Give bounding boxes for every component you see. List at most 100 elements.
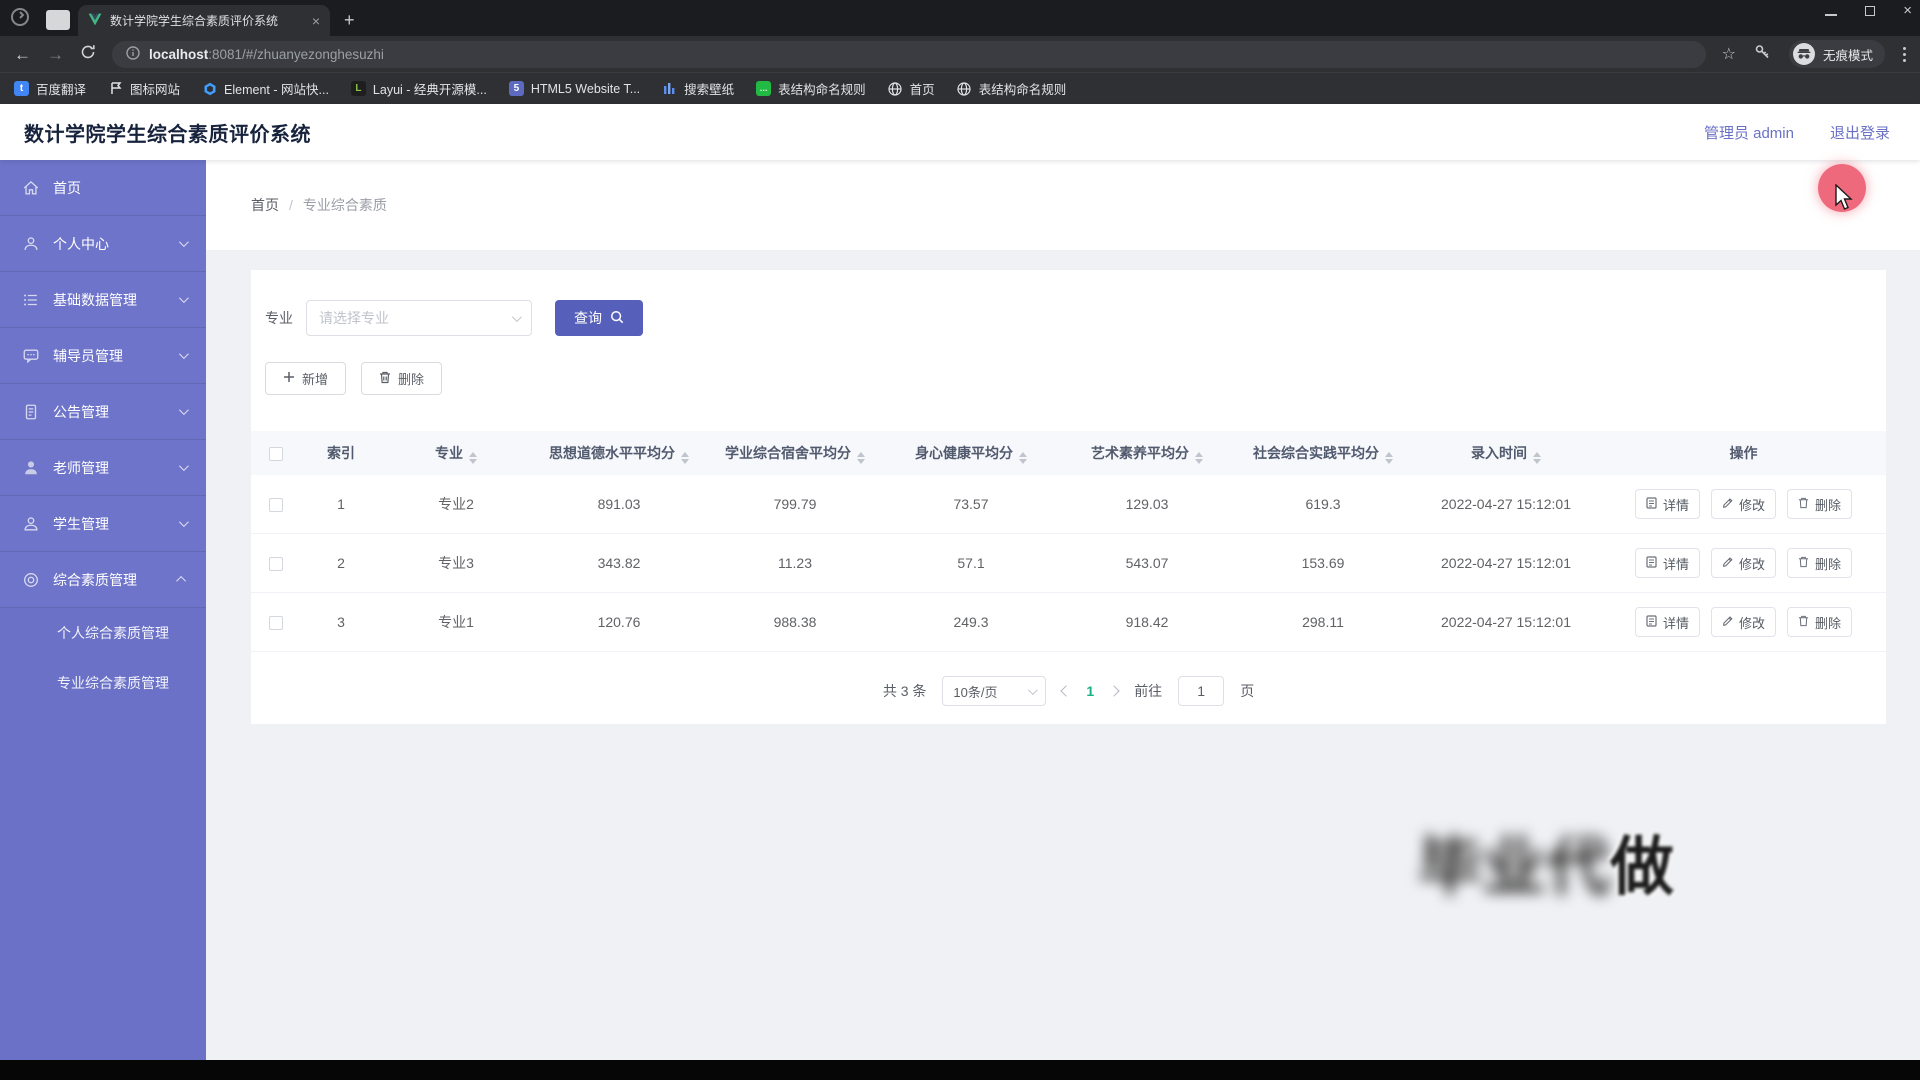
sidebar-subitem-major-quality[interactable]: 专业综合素质管理 xyxy=(0,658,206,708)
cell-practice: 153.69 xyxy=(1235,555,1411,571)
breadcrumb-separator: / xyxy=(289,197,293,213)
sidebar-item-quality[interactable]: 综合素质管理 xyxy=(0,552,206,608)
cell-practice: 619.3 xyxy=(1235,496,1411,512)
sidebar-item-base-data[interactable]: 基础数据管理 xyxy=(0,272,206,328)
window-restore-button[interactable] xyxy=(1865,6,1875,16)
bookmark-star-icon[interactable]: ☆ xyxy=(1722,44,1736,64)
globe-icon xyxy=(888,81,903,96)
chevron-down-icon xyxy=(1028,685,1038,695)
trash-icon xyxy=(1798,556,1809,571)
edit-button[interactable]: 修改 xyxy=(1711,548,1776,578)
goto-page-input[interactable] xyxy=(1178,676,1224,706)
col-art[interactable]: 艺术素养平均分 xyxy=(1059,443,1235,464)
cell-time: 2022-04-27 15:12:01 xyxy=(1411,614,1601,630)
url-host: localhost xyxy=(149,47,208,62)
back-icon[interactable]: ← xyxy=(14,46,31,63)
breadcrumb-home[interactable]: 首页 xyxy=(251,195,279,215)
major-select-input[interactable] xyxy=(319,310,504,326)
mouse-cursor xyxy=(1833,184,1853,217)
sort-icon[interactable] xyxy=(1195,452,1203,464)
cell-academic: 799.79 xyxy=(707,496,883,512)
remove-button[interactable]: 删除 xyxy=(1787,489,1852,519)
row-checkbox[interactable] xyxy=(269,498,283,512)
sort-icon[interactable] xyxy=(1019,452,1027,464)
page-unit-label: 页 xyxy=(1240,681,1254,701)
col-academic[interactable]: 学业综合宿舍平均分 xyxy=(707,443,883,464)
row-checkbox[interactable] xyxy=(269,616,283,630)
detail-icon xyxy=(1646,615,1657,630)
sort-icon[interactable] xyxy=(469,452,477,464)
select-all-checkbox[interactable] xyxy=(269,447,283,461)
detail-button[interactable]: 详情 xyxy=(1635,489,1700,519)
sidebar-item-counselor[interactable]: 辅导员管理 xyxy=(0,328,206,384)
major-filter-label: 专业 xyxy=(265,308,293,328)
sidebar-item-student[interactable]: 学生管理 xyxy=(0,496,206,552)
row-checkbox[interactable] xyxy=(269,557,283,571)
forward-icon[interactable]: → xyxy=(47,46,64,63)
cell-academic: 988.38 xyxy=(707,614,883,630)
bookmark-naming-rules-1[interactable]: … 表结构命名规则 xyxy=(756,79,866,98)
page-size-select[interactable]: 10条/页 xyxy=(942,676,1046,706)
detail-button[interactable]: 详情 xyxy=(1635,607,1700,637)
add-button[interactable]: 新增 xyxy=(265,362,346,395)
table-row: 3 专业1 120.76 988.38 249.3 918.42 298.11 … xyxy=(251,593,1886,652)
refresh-icon[interactable] xyxy=(80,44,96,65)
col-major[interactable]: 专业 xyxy=(381,443,531,464)
bookmarks-bar: t 百度翻译 图标网站 Element - 网站快... L Layui - 经… xyxy=(0,72,1920,104)
browser-tab[interactable]: 数计学院学生综合素质评价系统 × xyxy=(78,5,330,36)
bookmark-element[interactable]: Element - 网站快... xyxy=(202,79,329,98)
edit-button[interactable]: 修改 xyxy=(1711,489,1776,519)
sort-icon[interactable] xyxy=(681,452,689,464)
col-time[interactable]: 录入时间 xyxy=(1411,443,1601,464)
menu-dots-icon[interactable] xyxy=(1903,47,1906,62)
bookmark-home[interactable]: 首页 xyxy=(888,79,935,98)
search-icon xyxy=(610,310,624,327)
chevron-down-icon xyxy=(179,237,189,247)
detail-button[interactable]: 详情 xyxy=(1635,548,1700,578)
info-icon[interactable] xyxy=(126,46,140,63)
col-moral[interactable]: 思想道德水平平均分 xyxy=(531,443,707,464)
sidebar-item-personal-center[interactable]: 个人中心 xyxy=(0,216,206,272)
page-number-active[interactable]: 1 xyxy=(1086,683,1094,699)
next-page-icon[interactable] xyxy=(1109,685,1120,696)
sort-icon[interactable] xyxy=(857,452,865,464)
detail-icon xyxy=(1646,556,1657,571)
tab-title: 数计学院学生综合素质评价系统 xyxy=(110,12,304,29)
tab-close-icon[interactable]: × xyxy=(312,13,320,29)
new-tab-button[interactable]: + xyxy=(344,10,355,31)
bookmark-naming-rules-2[interactable]: 表结构命名规则 xyxy=(957,79,1067,98)
sort-icon[interactable] xyxy=(1533,452,1541,464)
major-select[interactable] xyxy=(306,300,532,336)
bookmark-icon-site[interactable]: 图标网站 xyxy=(108,79,180,98)
address-bar[interactable]: localhost:8081/#/zhuanyezonghesuzhi xyxy=(112,41,1706,68)
bookmark-baidu-translate[interactable]: t 百度翻译 xyxy=(14,79,86,98)
cell-time: 2022-04-27 15:12:01 xyxy=(1411,555,1601,571)
search-button[interactable]: 查询 xyxy=(555,300,643,336)
col-index: 索引 xyxy=(301,443,381,463)
bookmark-wallpaper[interactable]: 搜索壁纸 xyxy=(662,79,734,98)
app-header: 数计学院学生综合素质评价系统 管理员 admin 退出登录 xyxy=(0,104,1920,160)
col-practice[interactable]: 社会综合实践平均分 xyxy=(1235,443,1411,464)
col-health[interactable]: 身心健康平均分 xyxy=(883,443,1059,464)
window-close-button[interactable]: × xyxy=(1903,6,1912,16)
detail-icon xyxy=(1646,497,1657,512)
prev-page-icon[interactable] xyxy=(1061,685,1072,696)
incognito-label: 无痕模式 xyxy=(1823,45,1873,64)
key-icon[interactable] xyxy=(1754,43,1771,65)
sort-icon[interactable] xyxy=(1385,452,1393,464)
delete-button[interactable]: 删除 xyxy=(361,362,442,395)
bookmark-layui[interactable]: L Layui - 经典开源模... xyxy=(351,79,487,98)
sidebar-item-announcement[interactable]: 公告管理 xyxy=(0,384,206,440)
edit-icon xyxy=(1722,556,1733,571)
remove-button[interactable]: 删除 xyxy=(1787,607,1852,637)
sidebar-item-home[interactable]: 首页 xyxy=(0,160,206,216)
remove-button[interactable]: 删除 xyxy=(1787,548,1852,578)
cell-index: 2 xyxy=(301,555,381,571)
window-minimize-button[interactable] xyxy=(1825,14,1837,16)
logout-link[interactable]: 退出登录 xyxy=(1830,122,1890,143)
sidebar-item-teacher[interactable]: 老师管理 xyxy=(0,440,206,496)
cell-health: 73.57 xyxy=(883,496,1059,512)
edit-button[interactable]: 修改 xyxy=(1711,607,1776,637)
bookmark-html5[interactable]: 5 HTML5 Website T... xyxy=(509,81,640,96)
sidebar-subitem-personal-quality[interactable]: 个人综合素质管理 xyxy=(0,608,206,658)
